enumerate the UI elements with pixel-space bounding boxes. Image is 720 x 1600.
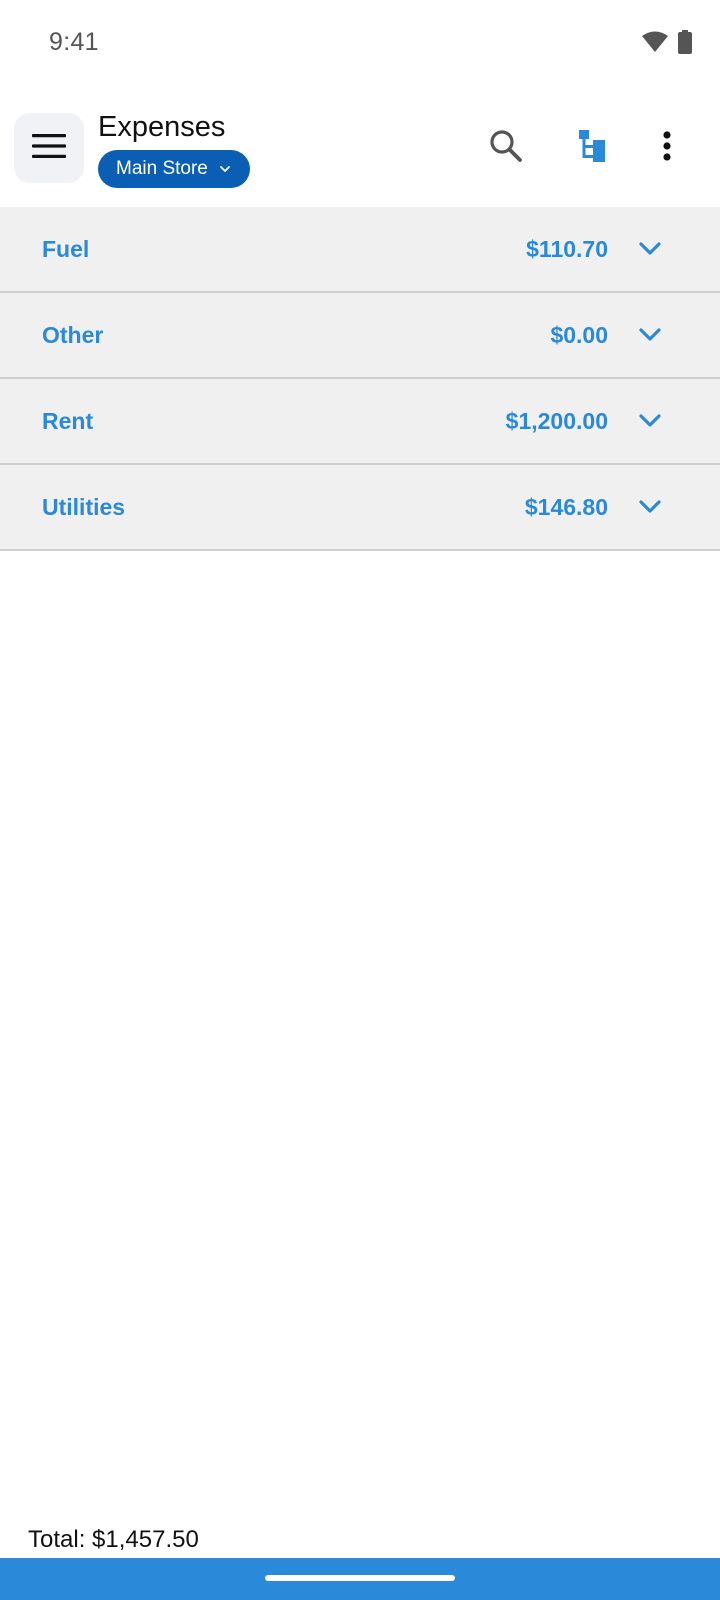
chevron-down-icon[interactable] [636,493,664,521]
search-button[interactable] [482,124,530,172]
more-options-button[interactable] [643,124,691,172]
category-label: Other [42,322,104,348]
category-row-fuel[interactable]: Fuel $110.70 [0,207,720,293]
category-amount: $146.80 [524,494,608,520]
chevron-down-icon[interactable] [636,407,664,435]
hierarchy-button[interactable] [568,124,616,172]
category-row-rent[interactable]: Rent $1,200.00 [0,379,720,465]
system-nav-bar [0,1558,720,1600]
total-label: Total: $1,457.50 [28,1526,199,1553]
chevron-down-icon[interactable] [636,235,664,263]
menu-button[interactable] [14,113,84,183]
chevron-down-icon[interactable] [636,321,664,349]
store-selector[interactable]: Main Store [98,150,250,188]
store-selector-label: Main Store [116,158,208,179]
category-label: Utilities [42,494,126,520]
status-time: 9:41 [49,28,99,56]
category-amount: $1,200.00 [505,408,608,434]
page-title: Expenses [98,111,226,143]
status-bar: 9:41 [0,0,720,88]
hamburger-icon [32,133,66,163]
battery-icon [678,30,692,59]
more-vert-icon [662,130,672,166]
category-row-utilities[interactable]: Utilities $146.80 [0,465,720,551]
home-gesture-handle[interactable] [265,1575,455,1581]
category-amount: $110.70 [526,236,608,262]
search-icon [489,129,523,168]
category-label: Fuel [42,236,90,262]
category-amount: $0.00 [550,322,608,348]
wifi-icon [642,31,668,58]
chevron-down-icon [219,165,230,173]
hierarchy-icon [577,129,607,168]
expense-category-list: Fuel $110.70 Other $0.00 Rent $1,200.00 … [0,207,720,551]
app-bar: Expenses Main Store [0,100,720,204]
status-icons [642,30,692,59]
category-row-other[interactable]: Other $0.00 [0,293,720,379]
category-label: Rent [42,408,94,434]
